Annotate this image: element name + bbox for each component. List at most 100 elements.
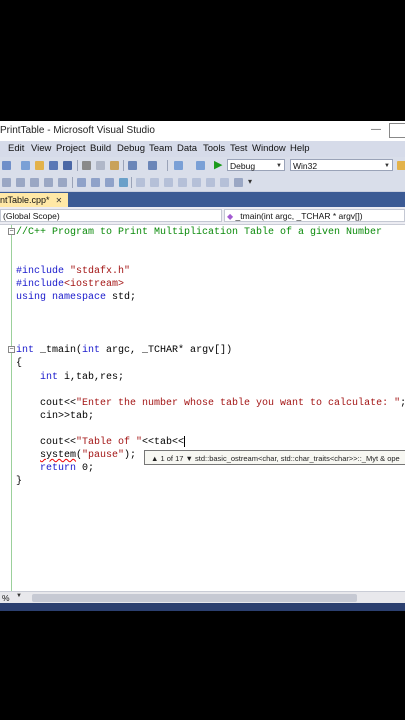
code-token: #include (16, 279, 65, 290)
undo-icon[interactable] (128, 161, 137, 170)
open-folder-icon[interactable] (35, 161, 44, 170)
title-bar: PrintTable - Microsoft Visual Studio — (0, 121, 405, 141)
code-token: using (16, 292, 47, 303)
maximize-icon[interactable] (389, 123, 405, 138)
toolbar-icon[interactable] (178, 178, 187, 187)
status-bar (0, 603, 405, 611)
code-line-using-namespace: using namespace std; (16, 291, 136, 304)
toolbar-icon[interactable] (206, 178, 215, 187)
code-token: cout<< (40, 398, 77, 409)
menu-help[interactable]: Help (290, 143, 310, 154)
code-token: #include (16, 266, 65, 277)
code-editor[interactable]: − //C++ Program to Print Multiplication … (0, 225, 405, 591)
redo-icon[interactable] (148, 161, 157, 170)
toolbar-icon[interactable] (44, 178, 53, 187)
new-project-icon[interactable] (2, 161, 11, 170)
solution-platform-value: Win32 (293, 161, 318, 171)
document-tab-bar: ntTable.cpp* ✕ (0, 192, 405, 207)
code-token: <iostream> (64, 279, 125, 290)
code-token: return (40, 463, 77, 474)
code-token: std; (106, 292, 137, 303)
toolbar-icon[interactable] (234, 178, 243, 187)
copy-icon[interactable] (96, 161, 105, 170)
code-token: int (16, 345, 35, 356)
menu-window[interactable]: Window (252, 143, 286, 154)
toolbar-icon[interactable] (192, 178, 201, 187)
code-line-declare-vars: int i,tab,res; (40, 371, 124, 384)
toolbar-icon[interactable] (30, 178, 39, 187)
code-token: int (40, 372, 59, 383)
code-token: 0; (76, 463, 95, 474)
solution-configuration-select[interactable]: Debug ▼ (227, 159, 285, 171)
menu-build[interactable]: Build (90, 143, 111, 154)
menu-view[interactable]: View (31, 143, 51, 154)
code-line-include-stdafx: #include "stdafx.h" (16, 265, 130, 278)
code-token: "Table of " (76, 437, 143, 449)
indent-icon[interactable] (105, 178, 114, 187)
parameter-info-tooltip[interactable]: ▲ 1 of 17 ▼ std::basic_ostream<char, std… (144, 450, 405, 465)
code-line-tmain: int _tmain(int argc, _TCHAR* argv[]) (16, 344, 232, 357)
uncomment-icon[interactable] (91, 178, 100, 187)
scope-select[interactable]: (Global Scope) (0, 209, 222, 222)
minimize-icon[interactable]: — (371, 124, 381, 135)
navigation-bar: (Global Scope) ◆ _tmain(int argc, _TCHAR… (0, 207, 405, 225)
add-item-icon[interactable] (21, 161, 30, 170)
close-icon[interactable]: ✕ (56, 196, 63, 205)
toolbar-icon[interactable] (136, 178, 145, 187)
code-line-system-pause: system("pause"); (40, 449, 136, 462)
toolbar-separator (167, 160, 168, 171)
menu-data[interactable]: Data (177, 143, 197, 154)
navigate-forward-icon[interactable] (196, 161, 205, 170)
code-token: int (82, 345, 101, 356)
standard-toolbar: ▶ Debug ▼ Win32 ▼ (0, 157, 405, 175)
bookmark-icon[interactable] (119, 178, 128, 187)
toolbar-icon[interactable] (2, 178, 11, 187)
toolbar-icon[interactable] (58, 178, 67, 187)
code-line-return: return 0; (40, 462, 94, 475)
code-line-cin: cin>>tab; (40, 411, 95, 422)
chevron-down-icon[interactable]: ▼ (16, 593, 22, 599)
menu-debug[interactable]: Debug (117, 143, 145, 154)
save-all-icon[interactable] (63, 161, 72, 170)
navigate-backward-icon[interactable] (174, 161, 183, 170)
menu-edit[interactable]: Edit (8, 143, 24, 154)
cut-icon[interactable] (82, 161, 91, 170)
code-token: "Enter the number whose table you want t… (76, 398, 401, 409)
code-line-include-iostream: #include<iostream> (16, 278, 124, 291)
find-icon[interactable] (397, 161, 405, 170)
paste-icon[interactable] (110, 161, 119, 170)
menu-bar: Edit View Project Build Debug Team Data … (0, 141, 405, 157)
code-token: ; (400, 398, 405, 409)
code-token: cout<< (40, 437, 77, 449)
toolbar-overflow-icon[interactable]: ▾ (248, 177, 252, 186)
toolbar-separator (123, 160, 124, 171)
menu-team[interactable]: Team (149, 143, 172, 154)
toolbar-icon[interactable] (220, 178, 229, 187)
menu-tools[interactable]: Tools (203, 143, 225, 154)
code-token: "stdafx.h" (64, 266, 131, 277)
collapse-icon[interactable]: − (8, 228, 15, 235)
toolbar-icon[interactable] (16, 178, 25, 187)
solution-configuration-value: Debug (230, 161, 256, 171)
visual-studio-window: PrintTable - Microsoft Visual Studio — E… (0, 121, 405, 611)
toolbar-icon[interactable] (150, 178, 159, 187)
scope-value: (Global Scope) (3, 211, 60, 221)
code-token: system (40, 450, 77, 461)
comment-out-icon[interactable] (77, 178, 86, 187)
text-editor-toolbar: ▾ (0, 174, 405, 192)
code-token: <<tab<< (142, 437, 185, 449)
code-line-cout-prompt: cout<<"Enter the number whose table you … (40, 397, 405, 410)
scrollbar-thumb[interactable] (32, 594, 357, 602)
save-icon[interactable] (49, 161, 58, 170)
collapse-icon[interactable]: − (8, 346, 15, 353)
code-token: argc, _TCHAR* argv[]) (100, 345, 233, 356)
menu-project[interactable]: Project (56, 143, 86, 154)
toolbar-icon[interactable] (164, 178, 173, 187)
start-debugging-icon[interactable]: ▶ (214, 158, 222, 171)
menu-test[interactable]: Test (230, 143, 247, 154)
code-token: i,tab,res; (58, 372, 125, 383)
toolbar-separator (131, 177, 132, 188)
member-select[interactable]: ◆ _tmain(int argc, _TCHAR * argv[]) (224, 209, 405, 222)
solution-platform-select[interactable]: Win32 ▼ (290, 159, 393, 171)
tab-printtable-cpp[interactable]: ntTable.cpp* ✕ (0, 193, 69, 207)
